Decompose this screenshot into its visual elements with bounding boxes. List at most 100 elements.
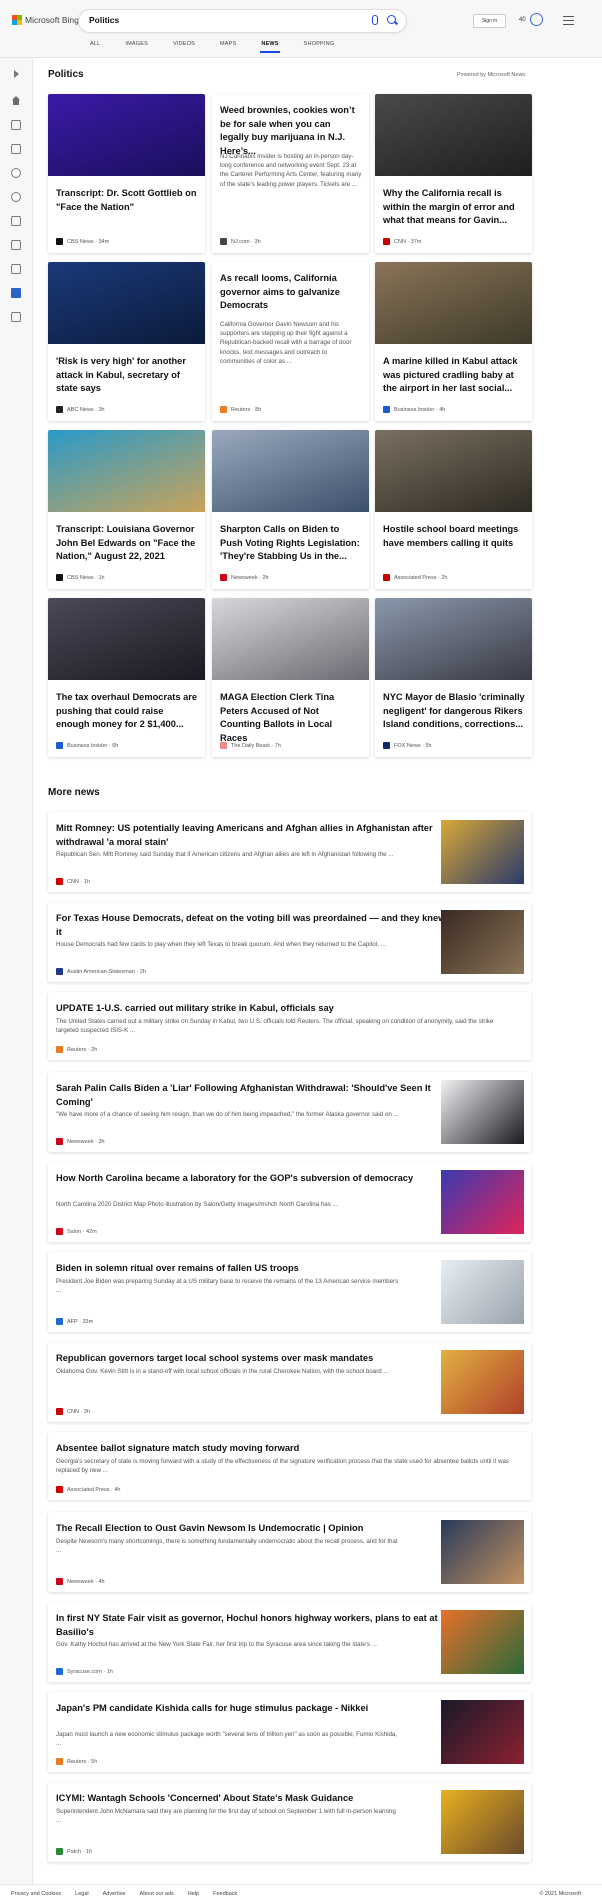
news-headline[interactable]: Transcript: Louisiana Governor John Bel …	[56, 523, 198, 564]
news-source[interactable]: CNN · 3h	[56, 1408, 90, 1415]
news-thumbnail[interactable]	[48, 262, 205, 344]
news-headline[interactable]: Weed brownies, cookies won’t be for sale…	[220, 104, 362, 158]
menu-icon[interactable]	[563, 16, 574, 25]
news-source[interactable]: FOX News · 5h	[383, 742, 432, 749]
news-headline[interactable]: ICYMI: Wantagh Schools 'Concerned' About…	[56, 1791, 448, 1805]
news-thumbnail[interactable]	[375, 430, 532, 512]
news-list-item[interactable]: Japan's PM candidate Kishida calls for h…	[48, 1692, 531, 1772]
news-headline[interactable]: As recall looms, California governor aim…	[220, 272, 362, 313]
search-icon[interactable]	[387, 15, 396, 24]
news-headline[interactable]: UPDATE 1-U.S. carried out military strik…	[56, 1001, 516, 1015]
news-card[interactable]: 'Risk is very high' for another attack i…	[48, 262, 205, 421]
tab-shopping[interactable]: SHOPPING	[304, 41, 335, 47]
news-headline[interactable]: How North Carolina became a laboratory f…	[56, 1171, 448, 1185]
news-source[interactable]: Newsweek · 3h	[56, 1138, 105, 1145]
news-thumbnail[interactable]	[48, 94, 205, 176]
money-icon[interactable]	[11, 312, 21, 322]
news-source[interactable]: Reuters · 5h	[56, 1758, 97, 1765]
science-icon[interactable]	[11, 216, 21, 226]
news-card[interactable]: Weed brownies, cookies won’t be for sale…	[212, 94, 369, 253]
news-source[interactable]: AFP · 33m	[56, 1318, 93, 1325]
news-thumbnail[interactable]	[375, 598, 532, 680]
tab-news[interactable]: NEWS	[260, 41, 281, 53]
location-icon[interactable]	[11, 168, 21, 178]
news-source[interactable]: Reuters · 2h	[56, 1046, 97, 1053]
news-list-item[interactable]: Mitt Romney: US potentially leaving Amer…	[48, 812, 531, 892]
news-headline[interactable]: MAGA Election Clerk Tina Peters Accused …	[220, 691, 362, 745]
news-thumbnail[interactable]	[375, 262, 532, 344]
news-headline[interactable]: Sharpton Calls on Biden to Push Voting R…	[220, 523, 362, 564]
news-thumbnail[interactable]	[212, 430, 369, 512]
news-thumbnail[interactable]	[441, 1080, 524, 1144]
expand-icon[interactable]	[14, 70, 19, 78]
news-card[interactable]: Hostile school board meetings have membe…	[375, 430, 532, 589]
news-card[interactable]: Transcript: Dr. Scott Gottlieb on "Face …	[48, 94, 205, 253]
news-list-item[interactable]: Sarah Palin Calls Biden a 'Liar' Followi…	[48, 1072, 531, 1152]
news-source[interactable]: Newsweek · 2h	[220, 574, 269, 581]
news-source[interactable]: Newsweek · 4h	[56, 1578, 105, 1585]
news-card[interactable]: Transcript: Louisiana Governor John Bel …	[48, 430, 205, 589]
bing-logo[interactable]: Microsoft Bing	[12, 15, 79, 25]
news-list-item[interactable]: Biden in solemn ritual over remains of f…	[48, 1252, 531, 1332]
rewards-icon[interactable]	[530, 13, 543, 26]
news-thumbnail[interactable]	[441, 1790, 524, 1854]
entertainment-icon[interactable]	[11, 264, 21, 274]
news-headline[interactable]: Hostile school board meetings have membe…	[383, 523, 525, 550]
tab-maps[interactable]: MAPS	[220, 41, 236, 47]
news-thumbnail[interactable]	[441, 1700, 524, 1764]
news-thumbnail[interactable]	[375, 94, 532, 176]
news-card[interactable]: As recall looms, California governor aim…	[212, 262, 369, 421]
news-headline[interactable]: NYC Mayor de Blasio 'criminally negligen…	[383, 691, 525, 732]
news-source[interactable]: CBS News · 34m	[56, 238, 109, 245]
news-list-item[interactable]: ICYMI: Wantagh Schools 'Concerned' About…	[48, 1782, 531, 1862]
news-card[interactable]: A marine killed in Kabul attack was pict…	[375, 262, 532, 421]
tab-all[interactable]: ALL	[90, 41, 100, 47]
news-source[interactable]: Associated Press · 4h	[56, 1486, 121, 1493]
news-headline[interactable]: The Recall Election to Oust Gavin Newsom…	[56, 1521, 448, 1535]
news-card[interactable]: Sharpton Calls on Biden to Push Voting R…	[212, 430, 369, 589]
news-list-item[interactable]: Absentee ballot signature match study mo…	[48, 1432, 531, 1500]
news-source[interactable]: Patch · 1h	[56, 1848, 92, 1855]
news-headline[interactable]: In first NY State Fair visit as governor…	[56, 1611, 448, 1639]
news-headline[interactable]: Sarah Palin Calls Biden a 'Liar' Followi…	[56, 1081, 448, 1109]
news-headline[interactable]: Why the California recall is within the …	[383, 187, 525, 228]
news-list-item[interactable]: The Recall Election to Oust Gavin Newsom…	[48, 1512, 531, 1592]
news-thumbnail[interactable]	[441, 1170, 524, 1234]
microphone-icon[interactable]	[372, 15, 378, 25]
news-card[interactable]: NYC Mayor de Blasio 'criminally negligen…	[375, 598, 532, 757]
sports-icon[interactable]	[11, 120, 21, 130]
search-box[interactable]: Politics	[79, 10, 406, 32]
news-source[interactable]: Syracuse.com · 1h	[56, 1668, 113, 1675]
news-list-item[interactable]: For Texas House Democrats, defeat on the…	[48, 902, 531, 982]
news-headline[interactable]: 'Risk is very high' for another attack i…	[56, 355, 198, 396]
news-source[interactable]: CBS News · 1h	[56, 574, 105, 581]
news-list-item[interactable]: UPDATE 1-U.S. carried out military strik…	[48, 992, 531, 1060]
news-headline[interactable]: Transcript: Dr. Scott Gottlieb on "Face …	[56, 187, 198, 214]
technology-icon[interactable]	[11, 240, 21, 250]
news-list-item[interactable]: How North Carolina became a laboratory f…	[48, 1162, 531, 1242]
news-headline[interactable]: Japan's PM candidate Kishida calls for h…	[56, 1701, 448, 1715]
world-icon[interactable]	[11, 192, 21, 202]
news-source[interactable]: Austin American-Statesman · 2h	[56, 968, 146, 975]
news-source[interactable]: Reuters · 8h	[220, 406, 261, 413]
footer-link[interactable]: Legal	[75, 1891, 88, 1897]
tab-images[interactable]: IMAGES	[125, 41, 148, 47]
news-source[interactable]: CNN · 1h	[56, 878, 90, 885]
news-card[interactable]: MAGA Election Clerk Tina Peters Accused …	[212, 598, 369, 757]
sign-in-button[interactable]: Sign in	[473, 14, 506, 28]
flag-icon[interactable]	[11, 144, 21, 154]
news-thumbnail[interactable]	[441, 1260, 524, 1324]
news-headline[interactable]: Republican governors target local school…	[56, 1351, 448, 1365]
news-source[interactable]: Salon · 42m	[56, 1228, 97, 1235]
tab-videos[interactable]: VIDEOS	[173, 41, 195, 47]
news-source[interactable]: The Daily Beast · 7h	[220, 742, 281, 749]
news-source[interactable]: CNN · 37m	[383, 238, 422, 245]
news-source[interactable]: Business Insider · 6h	[56, 742, 118, 749]
news-source[interactable]: Associated Press · 2h	[383, 574, 448, 581]
search-input[interactable]: Politics	[89, 15, 119, 25]
news-headline[interactable]: Mitt Romney: US potentially leaving Amer…	[56, 821, 448, 849]
news-source[interactable]: NJ.com · 3h	[220, 238, 261, 245]
home-icon[interactable]	[11, 96, 21, 106]
footer-link[interactable]: Advertise	[103, 1891, 126, 1897]
news-headline[interactable]: Biden in solemn ritual over remains of f…	[56, 1261, 448, 1275]
